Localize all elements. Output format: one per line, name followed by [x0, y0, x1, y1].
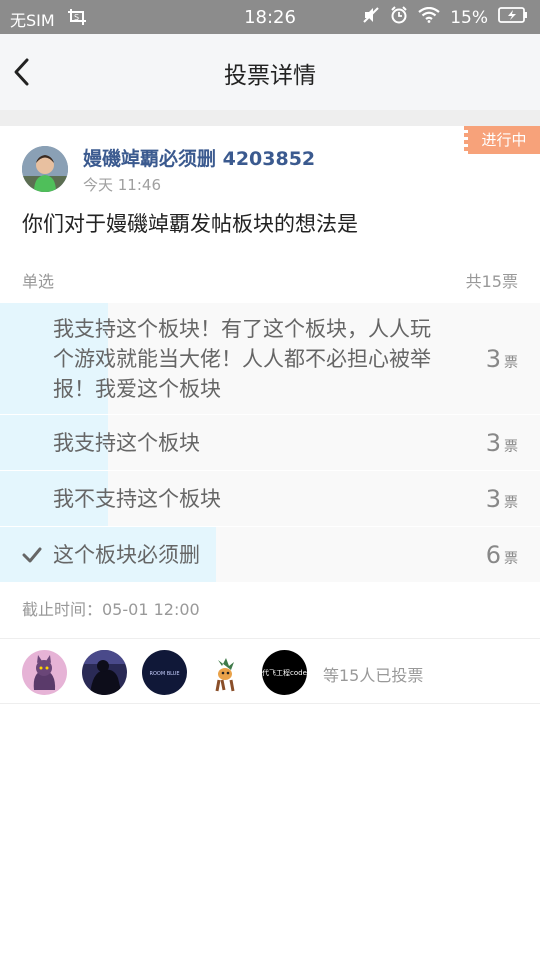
total-votes: 共15票	[465, 272, 518, 291]
logo-text-icon: ROOM BLUE	[142, 650, 187, 695]
voters-summary[interactable]: 等15人已投票	[323, 662, 423, 686]
vote-deadline: 截止时间：05-01 12:00	[22, 600, 200, 619]
section-divider	[0, 110, 540, 126]
post-time: 今天 11:46	[83, 176, 161, 194]
option-text: 我支持这个板块	[53, 431, 200, 455]
vote-option[interactable]: 我支持这个板块！有了这个板块，人人玩个游戏就能当大佬！人人都不必担心被举报！我爱…	[0, 303, 540, 415]
option-count: 3票	[485, 344, 518, 373]
voter-avatar[interactable]	[82, 650, 127, 695]
cat-character-icon	[22, 650, 67, 695]
author-avatar[interactable]	[22, 146, 68, 192]
status-badge-label: 进行中	[481, 131, 527, 149]
voter-avatar[interactable]: ROOM BLUE	[142, 650, 187, 695]
option-text: 我支持这个板块！有了这个板块，人人玩个游戏就能当大佬！人人都不必担心被举报！我爱…	[53, 317, 431, 401]
option-text: 我不支持这个板块	[53, 487, 221, 511]
page-title: 投票详情	[224, 63, 316, 89]
vote-meta: 单选 共15票	[22, 268, 518, 292]
svg-text:ROOM BLUE: ROOM BLUE	[149, 671, 179, 677]
vote-option-selected[interactable]: 这个板块必须删 6票	[0, 527, 540, 583]
svg-text:代飞工程code: 代飞工程code	[262, 668, 307, 677]
status-badge: 进行中	[464, 126, 540, 154]
alarm-icon	[390, 6, 408, 29]
tag-edge	[464, 126, 470, 154]
logo-text-icon: 代飞工程code	[262, 650, 307, 695]
author-name[interactable]: 嫚磯竨覇必须删 4203852	[83, 144, 315, 171]
voter-avatar[interactable]: 代飞工程code	[262, 650, 307, 695]
creature-character-icon	[202, 650, 247, 695]
mute-icon	[362, 6, 380, 29]
child-photo-icon	[22, 146, 68, 192]
check-icon	[22, 547, 42, 562]
vote-question: 你们对于嫚磯竨覇发帖板块的想法是	[22, 212, 358, 236]
battery-icon	[498, 7, 528, 28]
voter-avatar[interactable]	[22, 650, 67, 695]
vote-type: 单选	[22, 272, 55, 291]
voter-avatar[interactable]	[202, 650, 247, 695]
option-count: 3票	[485, 484, 518, 513]
status-bar: 无SIM S 18:26 15%	[0, 0, 540, 34]
vote-card: 进行中 嫚磯竨覇必须删 4203852 今天 11:46 你们对于嫚磯竨覇发帖板…	[0, 126, 540, 638]
option-count: 6票	[485, 540, 518, 569]
status-right: 15%	[362, 6, 528, 29]
nav-bar: 投票详情	[0, 34, 540, 110]
silhouette-icon	[82, 650, 127, 695]
option-text: 这个板块必须删	[53, 543, 200, 567]
option-count: 3票	[485, 428, 518, 457]
vote-option[interactable]: 我支持这个板块 3票	[0, 415, 540, 471]
vote-options: 我支持这个板块！有了这个板块，人人玩个游戏就能当大佬！人人都不必担心被举报！我爱…	[0, 303, 540, 583]
voters-row[interactable]: ROOM BLUE 代飞工程code 等15人已投票	[0, 638, 540, 704]
wifi-icon	[418, 6, 440, 28]
battery-percent: 15%	[450, 7, 488, 28]
vote-option[interactable]: 我不支持这个板块 3票	[0, 471, 540, 527]
